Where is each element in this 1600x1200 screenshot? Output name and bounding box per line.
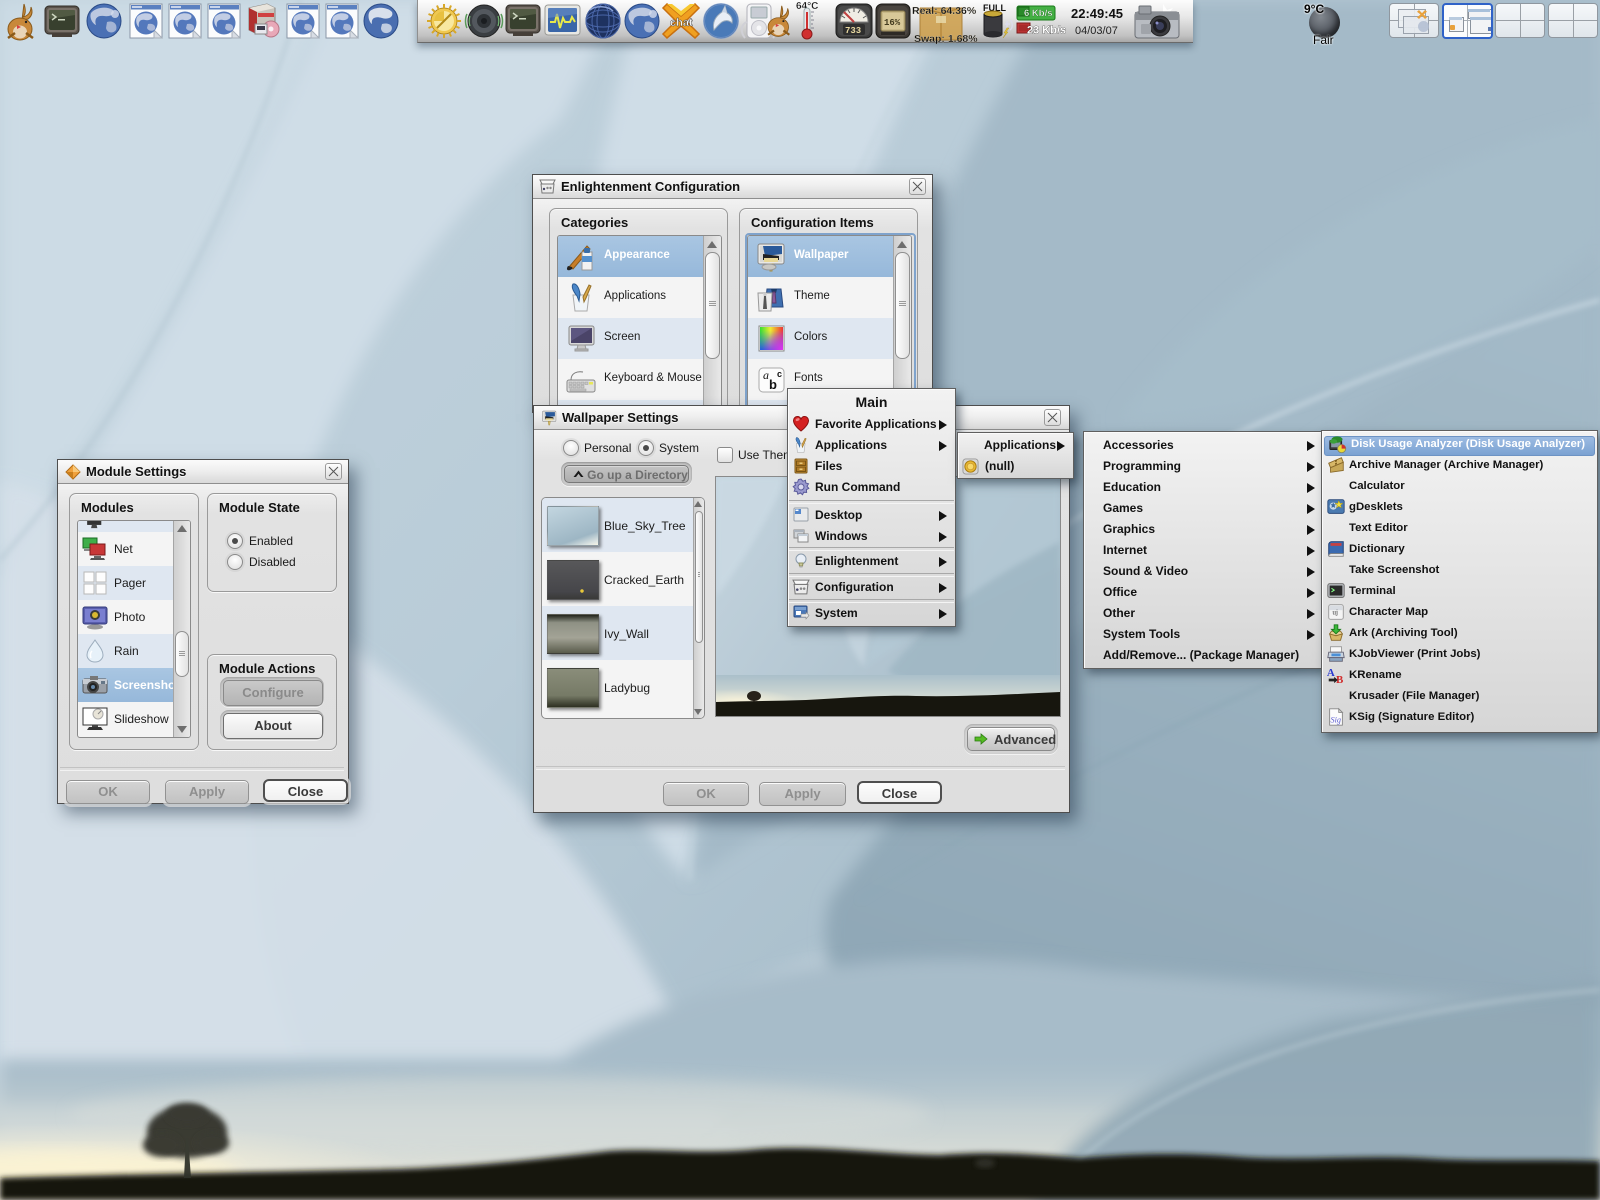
svg-text:chat: chat (670, 17, 693, 29)
svg-text:Real: 64.36%: Real: 64.36% (912, 5, 977, 17)
svg-text:23 Kb/s: 23 Kb/s (1027, 25, 1066, 37)
svg-text:04/03/07: 04/03/07 (1075, 25, 1118, 37)
svg-text:22:49:45: 22:49:45 (1071, 6, 1123, 21)
svg-text:733: 733 (845, 26, 861, 36)
svg-text:b: b (769, 377, 777, 392)
svg-text:Sig: Sig (1331, 715, 1341, 724)
svg-text:Swap: 1.68%: Swap: 1.68% (914, 33, 978, 44)
svg-text:c: c (777, 369, 782, 379)
svg-text:A: A (1327, 667, 1335, 679)
svg-text:16%: 16% (884, 18, 901, 28)
svg-text:uj: uj (1332, 609, 1338, 617)
svg-text:6 Kb/s: 6 Kb/s (1024, 8, 1053, 19)
